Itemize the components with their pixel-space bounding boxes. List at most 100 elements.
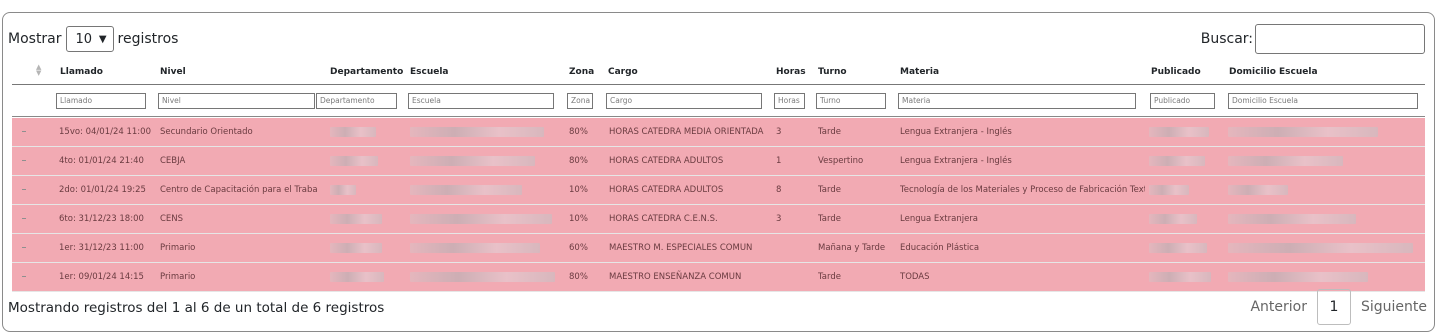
filter-domicilio[interactable]: Domicilio Escuela bbox=[1228, 93, 1418, 109]
table-row[interactable]: 1er: 09/01/24 14:15 Primario 80% MAESTRO… bbox=[12, 263, 1425, 292]
length-prefix: Mostrar bbox=[8, 31, 62, 47]
redacted-escuela bbox=[410, 272, 555, 282]
table-row[interactable]: 1er: 31/12/23 11:00 Primario 60% MAESTRO… bbox=[12, 234, 1425, 263]
cell-turno: Tarde bbox=[818, 272, 841, 282]
redacted-departamento bbox=[330, 272, 384, 282]
length-control: Mostrar 10 ▼ registros bbox=[8, 26, 178, 52]
redacted-escuela bbox=[410, 243, 540, 253]
length-suffix: registros bbox=[117, 31, 179, 47]
cell-materia: Lengua Extranjera - Inglés bbox=[900, 156, 1012, 166]
cell-materia: TODAS bbox=[900, 272, 930, 282]
table-row[interactable]: 15vo: 04/01/24 11:00 Secundario Orientad… bbox=[12, 118, 1425, 147]
cell-horas bbox=[776, 234, 812, 262]
expand-icon[interactable] bbox=[22, 247, 26, 248]
cell-horas: 3 bbox=[776, 127, 782, 137]
next-button[interactable]: Siguiente bbox=[1361, 299, 1427, 315]
cell-turno: Mañana y Tarde bbox=[818, 243, 886, 253]
cell-zona: 10% bbox=[569, 214, 588, 224]
redacted-publicado bbox=[1149, 156, 1205, 166]
cell-turno: Tarde bbox=[818, 214, 841, 224]
search-input[interactable] bbox=[1255, 24, 1425, 54]
cell-zona: 60% bbox=[569, 243, 588, 253]
redacted-departamento bbox=[330, 214, 382, 224]
sort-icon[interactable]: ▲ ▼ bbox=[36, 64, 41, 77]
cell-llamado: 2do: 01/01/24 19:25 bbox=[59, 185, 146, 195]
cell-zona: 80% bbox=[569, 272, 588, 282]
col-zona[interactable]: Zona bbox=[569, 65, 594, 79]
filter-turno[interactable]: Turno bbox=[816, 93, 886, 109]
expand-icon[interactable] bbox=[22, 160, 26, 161]
cell-turno: Tarde bbox=[818, 185, 841, 195]
cell-cargo: HORAS CATEDRA MEDIA ORIENTADA bbox=[609, 127, 764, 137]
length-select[interactable]: 10 ▼ bbox=[65, 26, 114, 52]
expand-icon[interactable] bbox=[22, 131, 26, 132]
cell-materia: Lengua Extranjera - Inglés bbox=[900, 127, 1012, 137]
cell-llamado: 1er: 31/12/23 11:00 bbox=[59, 243, 144, 253]
table-header: ▲ ▼ Llamado Nivel Departamento Escuela Zo… bbox=[12, 61, 1425, 85]
col-llamado[interactable]: Llamado bbox=[60, 65, 103, 79]
filter-nivel[interactable]: Nivel bbox=[158, 93, 315, 109]
col-cargo[interactable]: Cargo bbox=[608, 65, 638, 79]
cell-llamado: 1er: 09/01/24 14:15 bbox=[59, 272, 144, 282]
redacted-departamento bbox=[330, 156, 378, 166]
col-domicilio[interactable]: Domicilio Escuela bbox=[1229, 65, 1318, 79]
col-horas[interactable]: Horas bbox=[776, 65, 806, 79]
page-button-1[interactable]: 1 bbox=[1316, 289, 1351, 325]
redacted-domicilio bbox=[1228, 185, 1288, 195]
table-row[interactable]: 4to: 01/01/24 21:40 CEBJA 80% HORAS CATE… bbox=[12, 147, 1425, 176]
cell-horas: 3 bbox=[776, 214, 782, 224]
filter-cargo[interactable]: Cargo bbox=[606, 93, 762, 109]
cell-llamado: 6to: 31/12/23 18:00 bbox=[59, 214, 144, 224]
cell-cargo: HORAS CATEDRA C.E.N.S. bbox=[609, 214, 718, 224]
table-row[interactable]: 2do: 01/01/24 19:25 Centro de Capacitaci… bbox=[12, 176, 1425, 205]
redacted-publicado bbox=[1149, 214, 1197, 224]
length-value: 10 bbox=[75, 31, 93, 47]
redacted-publicado bbox=[1149, 272, 1211, 282]
cell-zona: 80% bbox=[569, 127, 588, 137]
col-departamento[interactable]: Departamento bbox=[330, 65, 403, 79]
table-row[interactable]: 6to: 31/12/23 18:00 CENS 10% HORAS CATED… bbox=[12, 205, 1425, 234]
prev-button[interactable]: Anterior bbox=[1250, 299, 1307, 315]
filter-row: Llamado Nivel Departamento Escuela Zona … bbox=[12, 86, 1425, 117]
cell-nivel: CEBJA bbox=[160, 156, 186, 166]
col-escuela[interactable]: Escuela bbox=[410, 65, 449, 79]
filter-llamado[interactable]: Llamado bbox=[56, 93, 146, 109]
cell-llamado: 4to: 01/01/24 21:40 bbox=[59, 156, 144, 166]
cell-cargo: MAESTRO ENSEÑANZA COMUN bbox=[609, 272, 742, 282]
filter-departamento[interactable]: Departamento bbox=[316, 93, 397, 109]
chevron-down-icon: ▼ bbox=[98, 33, 107, 45]
cell-llamado: 15vo: 04/01/24 11:00 bbox=[59, 127, 151, 137]
cell-nivel: Primario bbox=[160, 243, 196, 253]
cell-horas: 1 bbox=[776, 156, 782, 166]
col-turno[interactable]: Turno bbox=[818, 65, 847, 79]
redacted-publicado bbox=[1149, 243, 1207, 253]
redacted-escuela bbox=[410, 214, 552, 224]
filter-escuela[interactable]: Escuela bbox=[408, 93, 554, 109]
redacted-domicilio bbox=[1228, 127, 1378, 137]
cell-cargo: HORAS CATEDRA ADULTOS bbox=[609, 185, 724, 195]
redacted-domicilio bbox=[1228, 272, 1368, 282]
redacted-domicilio bbox=[1228, 243, 1413, 253]
cell-zona: 80% bbox=[569, 156, 588, 166]
col-nivel[interactable]: Nivel bbox=[160, 65, 186, 79]
filter-materia[interactable]: Materia bbox=[898, 93, 1136, 109]
redacted-publicado bbox=[1149, 127, 1209, 137]
expand-icon[interactable] bbox=[22, 189, 26, 190]
col-materia[interactable]: Materia bbox=[900, 65, 939, 79]
redacted-domicilio bbox=[1228, 156, 1343, 166]
table-info: Mostrando registros del 1 al 6 de un tot… bbox=[8, 300, 385, 316]
redacted-departamento bbox=[330, 127, 376, 137]
filter-zona[interactable]: Zona bbox=[567, 93, 593, 109]
filter-horas[interactable]: Horas bbox=[774, 93, 805, 109]
expand-icon[interactable] bbox=[22, 276, 26, 277]
cell-nivel: Centro de Capacitación para el Trabaj bbox=[160, 185, 317, 195]
expand-icon[interactable] bbox=[22, 218, 26, 219]
cell-horas: 8 bbox=[776, 185, 782, 195]
search-control: Buscar: bbox=[1201, 24, 1425, 54]
filter-publicado[interactable]: Publicado bbox=[1150, 93, 1215, 109]
cell-nivel: Secundario Orientado bbox=[160, 127, 253, 137]
cell-materia: Educación Plástica bbox=[900, 243, 980, 253]
redacted-departamento bbox=[330, 243, 382, 253]
redacted-departamento bbox=[330, 185, 356, 195]
col-publicado[interactable]: Publicado bbox=[1151, 65, 1201, 79]
